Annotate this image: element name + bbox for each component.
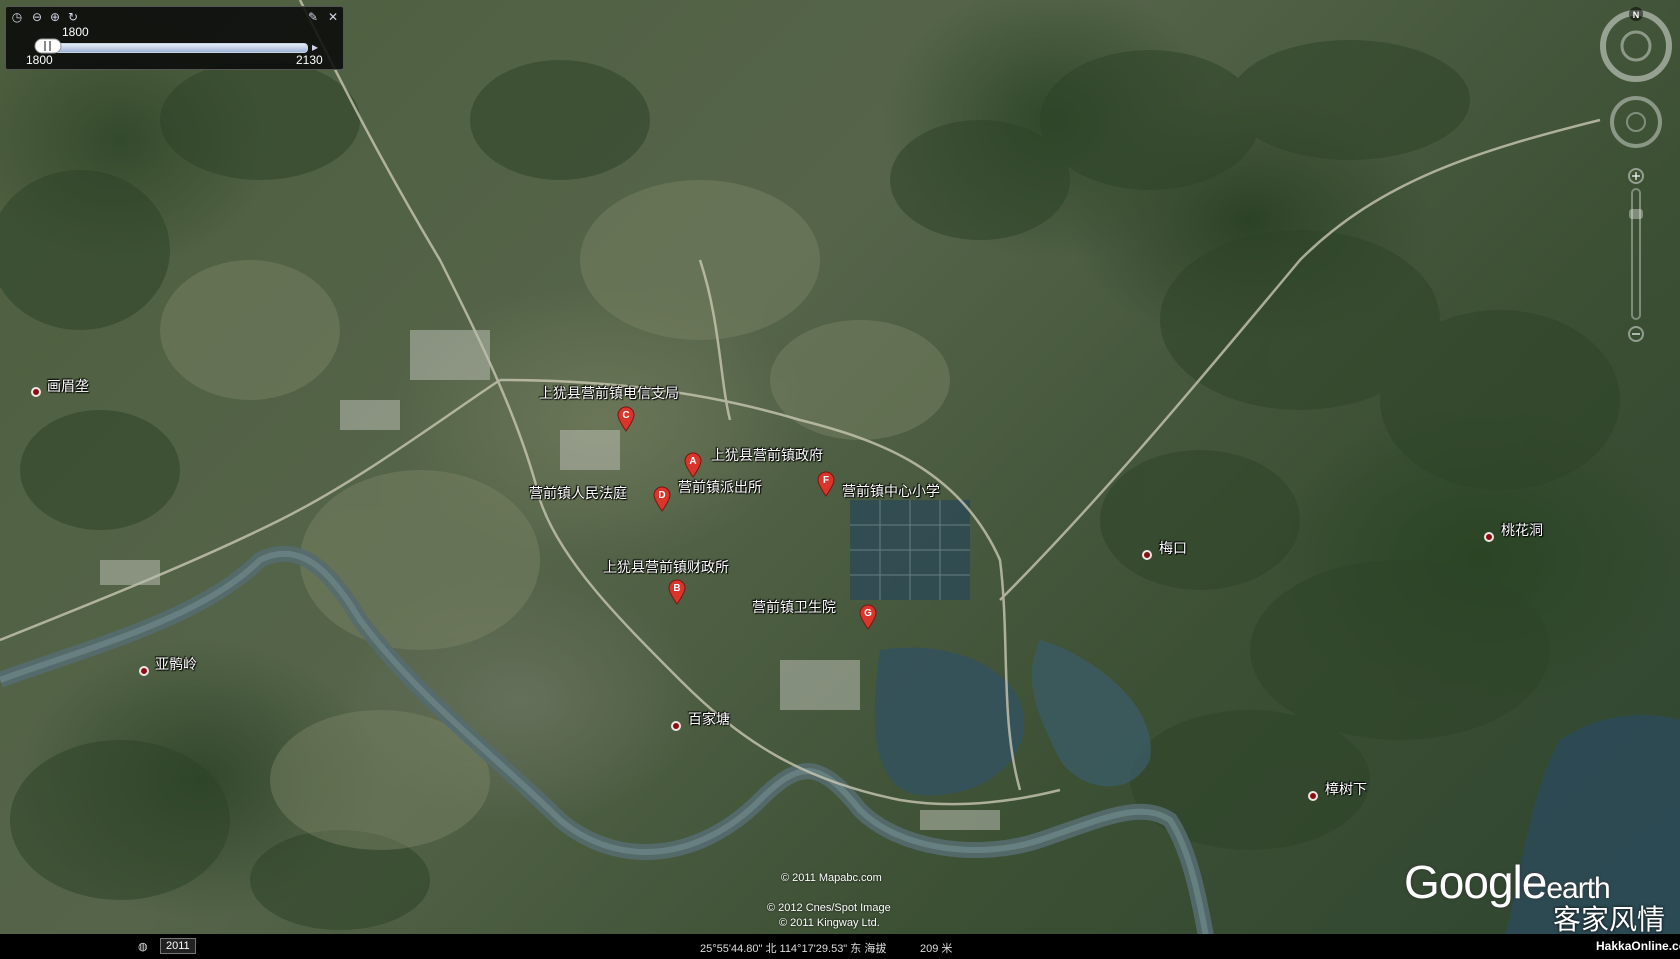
pin-letter: G [864, 608, 872, 619]
satellite-map[interactable]: 画眉垄 亚鹘岭 百家塘 梅口 桃花洞 樟树下 C 上犹县营前镇电信支局 A 上犹… [0, 0, 1680, 959]
pin-letter: C [622, 410, 629, 421]
wrench-icon[interactable]: ✎ [306, 10, 320, 24]
marker-label-a[interactable]: 上犹县营前镇政府 [711, 445, 823, 465]
marker-label-g[interactable]: 营前镇卫生院 [752, 597, 836, 617]
marker-label-e[interactable]: 营前镇派出所 [678, 477, 762, 497]
place-label-yahuling[interactable]: 亚鹘岭 [155, 654, 197, 674]
compass-north-label: N [1633, 10, 1640, 20]
credit-kingway: © 2011 Kingway Ltd. [779, 917, 880, 929]
map-pin-b[interactable]: B [668, 579, 686, 605]
time-slider-track[interactable] [38, 43, 308, 53]
zoom-slider[interactable] [1628, 168, 1644, 342]
credit-cnes: © 2012 Cnes/Spot Image [767, 902, 891, 914]
watermark-url: HakkaOnline.com [1596, 939, 1680, 953]
marker-label-d[interactable]: 营前镇人民法庭 [529, 483, 627, 503]
status-coordinates: 25°55'44.80" 北 114°17'29.53" 东 海拔 [700, 943, 887, 955]
navigation-controls: N [1600, 7, 1672, 342]
pin-letter: D [658, 490, 665, 501]
map-pin-g[interactable]: G [859, 604, 877, 630]
marker-label-c[interactable]: 上犹县营前镇电信支局 [539, 383, 679, 403]
time-end-year: 2130 [296, 53, 323, 67]
time-slider-panel: ◷ ⊖ ⊕ ↻ ✎ ✕ 1800 ▸ 1800 2130 [5, 6, 344, 70]
move-joystick[interactable] [1610, 96, 1662, 148]
pin-letter: A [689, 456, 696, 467]
historical-imagery-year-badge[interactable]: 2011 [160, 938, 196, 954]
place-dot-taohuadong[interactable] [1484, 532, 1494, 542]
place-label-baijiatang[interactable]: 百家塘 [688, 709, 730, 729]
time-current-year: 1800 [62, 25, 89, 39]
time-start-year: 1800 [26, 53, 53, 67]
marker-label-f[interactable]: 营前镇中心小学 [842, 481, 940, 501]
pin-letter: F [823, 475, 829, 486]
place-dot-yahuling[interactable] [139, 666, 149, 676]
place-label-huameilao[interactable]: 画眉垄 [47, 376, 89, 396]
clock-icon[interactable]: ◷ [10, 10, 24, 24]
zoom-out-icon[interactable]: ⊖ [30, 10, 44, 24]
watermark-text: 客家风情 [1553, 903, 1666, 936]
place-dot-zhangshuxia[interactable] [1308, 791, 1318, 801]
refresh-icon[interactable]: ↻ [66, 10, 80, 24]
status-globe-icon[interactable]: ◍ [138, 940, 148, 953]
zoom-in-icon[interactable]: ⊕ [48, 10, 62, 24]
map-pin-a[interactable]: A [684, 452, 702, 478]
place-dot-baijiatang[interactable] [671, 721, 681, 731]
play-icon[interactable]: ▸ [308, 40, 322, 54]
credit-mapabc: © 2011 Mapabc.com [781, 872, 882, 884]
close-icon[interactable]: ✕ [326, 10, 340, 24]
status-elevation: 209 米 [920, 943, 953, 955]
place-dot-meikou[interactable] [1142, 550, 1152, 560]
place-label-zhangshuxia[interactable]: 樟树下 [1325, 779, 1367, 799]
logo-google: Google [1404, 856, 1547, 908]
place-dot-huameilao[interactable] [31, 387, 41, 397]
terrain-overlay [0, 0, 1680, 959]
place-label-meikou[interactable]: 梅口 [1159, 538, 1187, 558]
pin-letter: B [673, 583, 680, 594]
map-pin-c[interactable]: C [617, 406, 635, 432]
map-pin-f[interactable]: F [817, 471, 835, 497]
place-label-taohuadong[interactable]: 桃花洞 [1501, 520, 1543, 540]
marker-label-b[interactable]: 上犹县营前镇财政所 [603, 557, 729, 577]
status-bar: ◍ 2011 25°55'44.80" 北 114°17'29.53" 东 海拔… [0, 934, 1680, 959]
map-pin-d[interactable]: D [653, 486, 671, 512]
look-compass[interactable]: N [1600, 7, 1672, 82]
